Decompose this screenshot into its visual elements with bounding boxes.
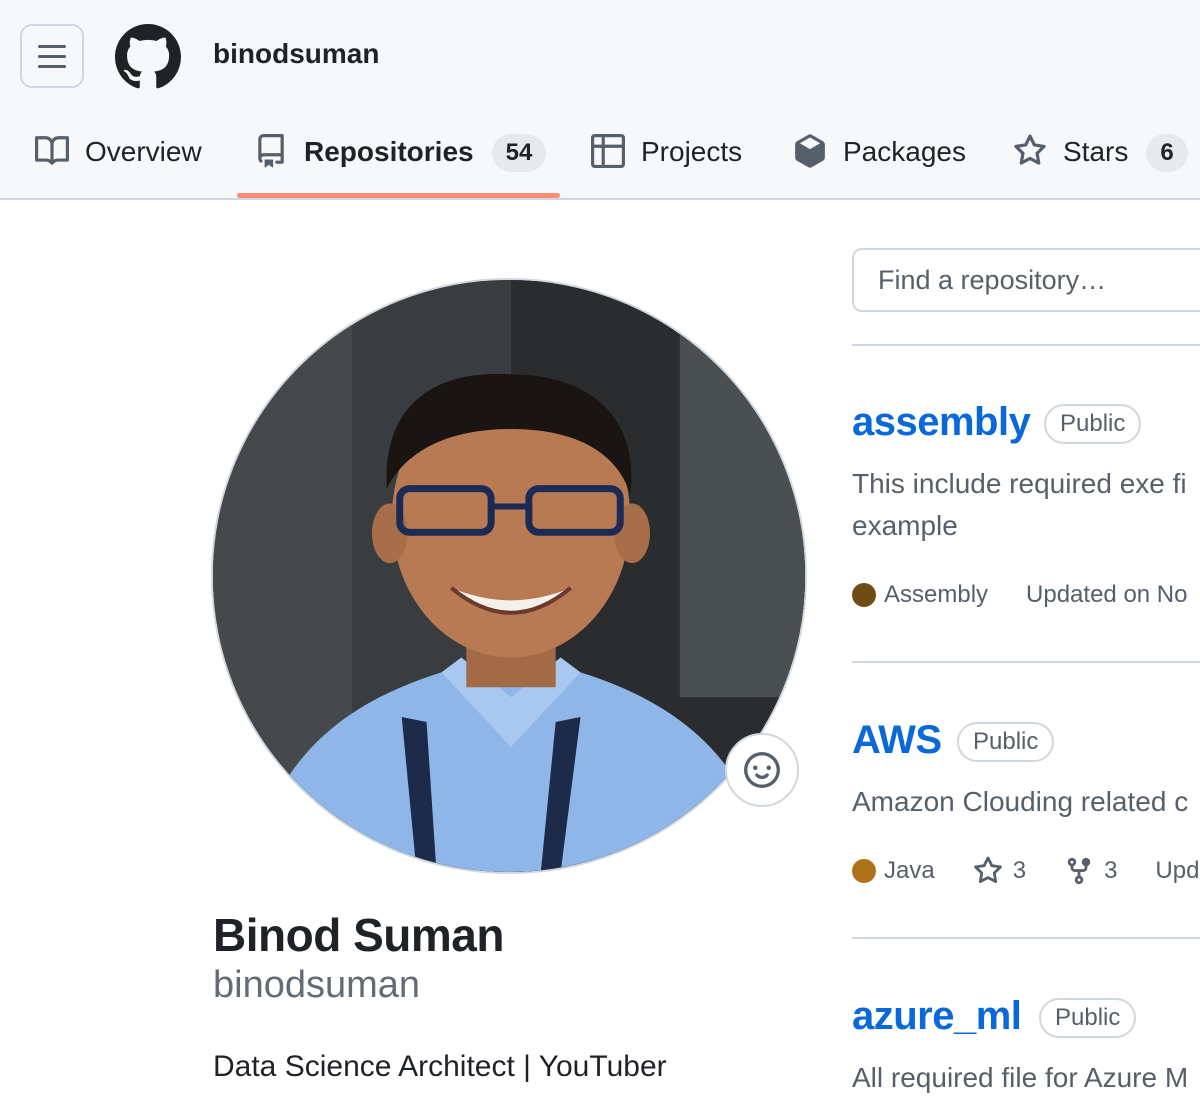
repo-description-line: Amazon Clouding related c — [852, 786, 1189, 817]
profile-avatar[interactable] — [211, 278, 807, 874]
tab-label: Stars — [1063, 136, 1129, 167]
star-icon — [1014, 134, 1046, 165]
active-tab-underline — [237, 193, 560, 198]
hamburger-menu-button[interactable] — [20, 24, 84, 88]
repositories-count-badge: 54 — [491, 134, 547, 172]
repo-forks-link[interactable]: 3 — [1064, 856, 1117, 886]
visibility-badge: Public — [957, 722, 1055, 762]
profile-username: binodsuman — [213, 964, 421, 1006]
repo-language: Java — [852, 857, 935, 885]
repo-description: All required file for Azure M — [852, 1057, 1188, 1099]
repo-updated: Updated on No — [1026, 581, 1188, 608]
book-icon — [35, 136, 69, 165]
star-count: 3 — [1012, 857, 1027, 884]
divider — [852, 661, 1200, 663]
table-icon — [591, 134, 625, 168]
repo-link-azure-ml[interactable]: azure_ml — [852, 994, 1022, 1039]
tab-projects[interactable]: Projects — [591, 118, 742, 198]
tab-label: Overview — [85, 136, 202, 167]
github-logo-icon[interactable] — [115, 24, 181, 90]
profile-bio: Data Science Architect | YouTuber — [213, 1050, 667, 1083]
repo-meta: Java 3 3 Upd — [852, 856, 1200, 886]
language-color-dot — [852, 859, 876, 883]
repo-meta: Assembly Updated on No — [852, 580, 1200, 610]
tab-label: Projects — [641, 136, 743, 167]
divider — [852, 344, 1200, 346]
repo-language: Assembly — [852, 581, 988, 609]
smiley-icon — [744, 752, 780, 788]
repo-stargazers-link[interactable]: 3 — [973, 856, 1026, 886]
avatar-photo — [213, 280, 805, 872]
stars-count-badge: 6 — [1146, 134, 1188, 172]
tab-label: Repositories — [304, 136, 474, 167]
profile-full-name: Binod Suman — [213, 909, 504, 961]
set-status-button[interactable] — [725, 733, 799, 807]
tab-stars[interactable]: Stars 6 — [1013, 118, 1188, 198]
repo-icon — [258, 134, 284, 168]
repo-updated: Upd — [1155, 857, 1200, 884]
package-icon — [795, 134, 825, 168]
find-repository-input[interactable] — [852, 248, 1200, 312]
menu-line — [38, 64, 66, 68]
profile-header: binodsuman Overview Repositories 54 Proj… — [0, 0, 1200, 200]
owner-name[interactable]: binodsuman — [213, 38, 379, 70]
repo-description-line: example — [852, 510, 958, 541]
repo-description-line: This include required exe fi — [852, 468, 1187, 499]
fork-count: 3 — [1104, 857, 1118, 884]
repo-link-assembly[interactable]: assembly — [852, 400, 1031, 445]
language-label: Java — [884, 857, 935, 884]
menu-line — [38, 44, 66, 48]
visibility-badge: Public — [1039, 998, 1137, 1038]
star-icon — [973, 856, 1002, 884]
tab-overview[interactable]: Overview — [35, 118, 202, 198]
repo-link-aws[interactable]: AWS — [852, 718, 942, 763]
profile-tabs: Overview Repositories 54 Projects Packag… — [0, 118, 1200, 198]
menu-line — [38, 54, 66, 58]
tab-label: Packages — [843, 136, 966, 167]
language-label: Assembly — [884, 581, 989, 608]
repo-description: This include required exe fi example — [852, 463, 1187, 547]
language-color-dot — [852, 583, 876, 607]
fork-icon — [1067, 857, 1091, 885]
repo-description: Amazon Clouding related c — [852, 781, 1188, 823]
divider — [852, 937, 1200, 939]
tab-packages[interactable]: Packages — [793, 118, 966, 198]
repo-description-line: All required file for Azure M — [852, 1062, 1189, 1093]
visibility-badge: Public — [1044, 404, 1142, 444]
tab-repositories[interactable]: Repositories 54 — [254, 118, 547, 198]
